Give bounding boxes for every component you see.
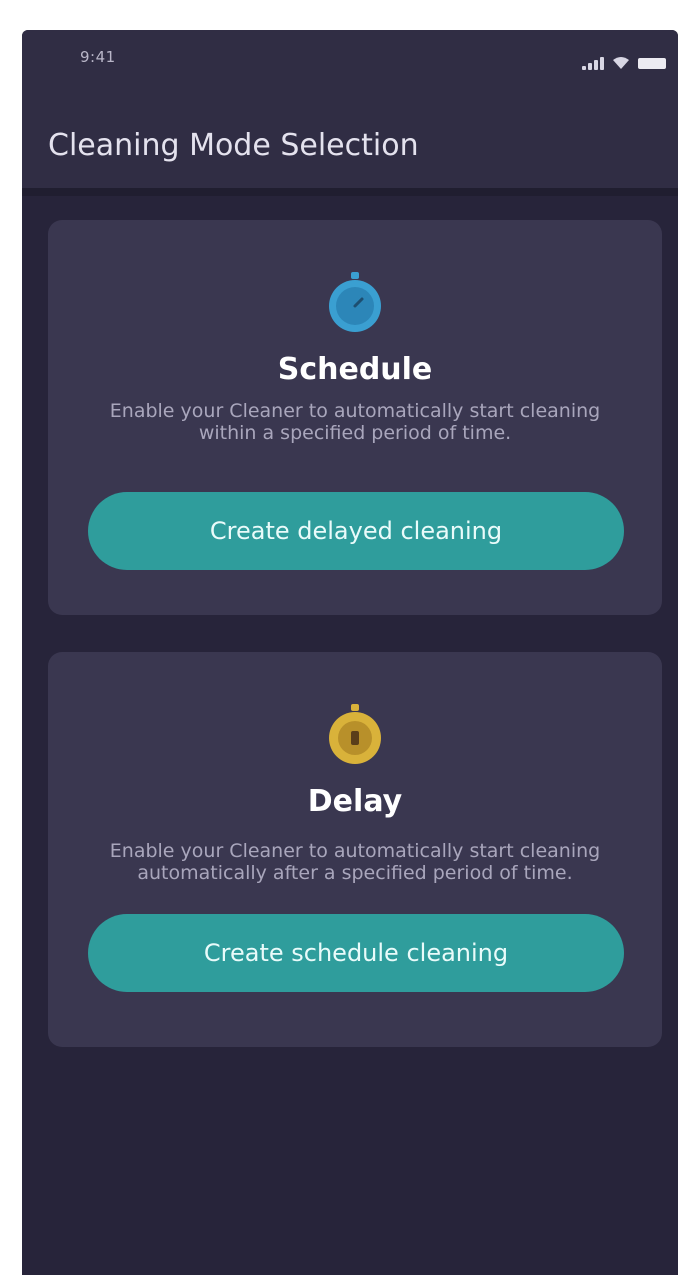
- delay-description: Enable your Cleaner to automatically sta…: [109, 840, 601, 884]
- create-delayed-cleaning-button[interactable]: Create delayed cleaning: [88, 492, 624, 570]
- phone-screen: 9:41 Cleaning Mode Selection Schedule En…: [22, 30, 678, 1275]
- signal-icon: [582, 56, 604, 70]
- app-bar: Cleaning Mode Selection: [22, 110, 678, 188]
- timer-icon: [322, 700, 388, 766]
- header-divider: [22, 188, 678, 196]
- schedule-description: Enable your Cleaner to automatically sta…: [109, 400, 601, 444]
- battery-icon: [638, 58, 666, 69]
- stopwatch-icon: [322, 268, 388, 334]
- status-icons: [582, 54, 666, 70]
- delay-title: Delay: [307, 784, 403, 819]
- schedule-title: Schedule: [277, 352, 433, 387]
- status-bar: 9:41: [22, 30, 678, 110]
- create-schedule-cleaning-button[interactable]: Create schedule cleaning: [88, 914, 624, 992]
- schedule-card: Schedule Enable your Cleaner to automati…: [48, 220, 662, 615]
- status-time: 9:41: [80, 48, 116, 66]
- wifi-icon: [613, 57, 629, 69]
- delay-card: Delay Enable your Cleaner to automatical…: [48, 652, 662, 1047]
- page-title: Cleaning Mode Selection: [48, 128, 419, 163]
